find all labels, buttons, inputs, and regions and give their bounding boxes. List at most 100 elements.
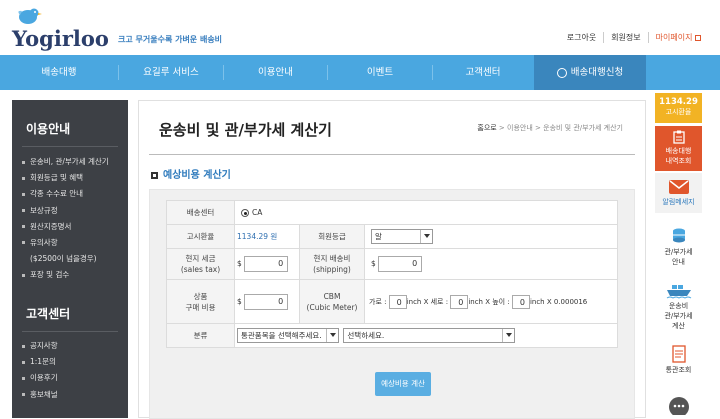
product-cost-input[interactable]: 0 — [244, 293, 289, 310]
exchange-rate-label: 고시환율 — [665, 108, 692, 116]
nav-services[interactable]: 요길루 서비스 — [119, 55, 223, 90]
exchange-rate-badge[interactable]: 1134.29 고시환율 — [655, 93, 702, 123]
sidebar-item-promo[interactable]: 홍보채널 — [22, 387, 58, 403]
bullet — [22, 241, 25, 245]
sidebar-item-label: 회원등급 및 혜택 — [30, 173, 84, 183]
cbm-label-2: (Cubic Meter) — [306, 302, 358, 312]
nav-event[interactable]: 이벤트 — [328, 55, 432, 90]
bullet — [22, 160, 25, 164]
nav-guide[interactable]: 이용안내 — [224, 55, 327, 90]
breadcrumb-guide[interactable]: 이용안내 — [507, 124, 533, 132]
grade-label: 회원등급 — [299, 224, 365, 249]
customs-category-select[interactable]: 통관품목을 선택해주세요. — [237, 328, 339, 343]
nav-shipping-agent[interactable]: 배송대행 — [0, 55, 118, 90]
bullet — [22, 273, 25, 277]
sidebar-item-reviews[interactable]: 이용후기 — [22, 370, 58, 386]
quick-chat[interactable] — [655, 395, 702, 418]
chevron-down-icon — [326, 329, 338, 342]
sidebar-item-label: ($2500이 넘을경우) — [30, 254, 97, 264]
sidebar-item-packing[interactable]: 포장 및 검수 — [22, 267, 109, 283]
chat-icon — [668, 397, 689, 417]
chevron-down-icon — [420, 230, 432, 243]
product-label-1: 상품 — [193, 291, 208, 301]
main-nav: 배송대행 요길루 서비스 이용안내 이벤트 고객센터 배송대행신청 — [0, 55, 720, 90]
sidebar-item-label: 포장 및 검수 — [30, 270, 70, 280]
width-input[interactable]: 0 — [388, 294, 407, 309]
calculator-table: 배송센터 CA 고시환율 1134.29 원 회원등급 알 현지 세금 (sale… — [166, 200, 618, 348]
sidebar-item-inquiry[interactable]: 1:1문의 — [22, 354, 58, 370]
quick-item-label: 계산 — [672, 322, 685, 330]
center-cell: CA — [234, 200, 618, 225]
sidebar-item-label: 1:1문의 — [30, 357, 56, 367]
product-currency: $ — [237, 296, 242, 306]
breadcrumb-home[interactable]: 홈으로 — [477, 124, 496, 132]
sidebar-item-label: 공지사항 — [30, 341, 58, 350]
quick-shipping-calculator[interactable]: 운송비 관/부가세 계산 — [655, 283, 702, 339]
bullet — [22, 344, 25, 348]
page-title: 운송비 및 관/부가세 계산기 — [159, 121, 332, 139]
logo[interactable]: Yogirloo — [12, 6, 112, 51]
shipping-label: 현지 배송비 (shipping) — [299, 248, 365, 280]
center-radio-ca[interactable] — [241, 209, 249, 217]
bullet — [22, 393, 25, 397]
sidebar-item-calculator[interactable]: 운송비, 관/부가세 계산기 — [22, 154, 109, 170]
sidebar-item-label: 운송비, 관/부가세 계산기 — [30, 157, 109, 166]
length-label: inch X 세로 : — [406, 297, 449, 306]
quick-customs-lookup[interactable]: 통관조회 — [655, 345, 702, 385]
shipping-cell: $ 0 — [364, 248, 618, 280]
calculate-button[interactable]: 예상비용 계산 — [375, 372, 431, 396]
sidebar-item-membership[interactable]: 회원등급 및 혜택 — [22, 170, 109, 186]
quick-shipping-history[interactable]: 배송대행 내역조회 — [655, 126, 702, 171]
category-cell: 통관품목을 선택해주세요. 선택하세요. — [234, 323, 618, 348]
bird-logo-icon — [18, 8, 42, 24]
height-input[interactable]: 0 — [511, 294, 530, 309]
grade-select[interactable]: 알 — [371, 229, 433, 244]
square-bullet-icon — [151, 171, 158, 179]
sales-tax-label: 현지 세금 (sales tax) — [166, 248, 235, 280]
sidebar-section-guide-title: 이용안내 — [26, 122, 71, 136]
rate-number: 1134.29 원 — [237, 232, 278, 241]
sidebar-item-notes[interactable]: 유의사항 — [22, 235, 109, 251]
quick-item-label: 관/부가세 — [664, 312, 693, 320]
product-cell: $ 0 — [234, 279, 300, 324]
sidebar-item-origin-cert[interactable]: 원산지증명서 — [22, 219, 109, 235]
globe-icon — [556, 67, 567, 78]
bullet — [22, 360, 25, 364]
length-input[interactable]: 0 — [450, 294, 469, 309]
sales-tax-currency: $ — [237, 259, 242, 268]
sidebar-item-fees[interactable]: 각종 수수료 안내 — [22, 186, 109, 202]
nav-customer-center[interactable]: 고객센터 — [433, 55, 533, 90]
sidebar-item-label: 유의사항 — [30, 237, 58, 247]
main-content: 운송비 및 관/부가세 계산기 홈으로 > 이용안내 > 운송비 및 관/부가세… — [138, 100, 646, 419]
quick-item-label: 내역조회 — [665, 157, 692, 165]
sidebar-item-label: 각종 수수료 안내 — [30, 189, 84, 199]
quick-alert-messages[interactable]: 알림메세지 — [655, 173, 702, 213]
quick-item-label: 통관조회 — [665, 366, 692, 374]
quick-customs-guide[interactable]: 관/부가세 안내 — [655, 227, 702, 275]
product-label: 상품 구매 비용 — [166, 279, 235, 324]
sidebar-divider — [22, 331, 118, 332]
sidebar-item-label: 이용후기 — [30, 373, 58, 383]
sidebar-item-label: 홍보채널 — [30, 389, 58, 399]
quick-item-label: 운송비 — [668, 302, 689, 310]
bullet — [22, 176, 25, 180]
mail-icon — [668, 180, 689, 194]
shipping-currency: $ — [371, 259, 376, 268]
logout-link[interactable]: 로그아웃 — [560, 32, 603, 43]
mypage-link[interactable]: 마이페이지 — [647, 32, 708, 43]
sales-tax-label-1: 현지 세금 — [185, 254, 216, 263]
grade-select-value: 알 — [375, 232, 382, 241]
sidebar-item-label: 원산지증명서 — [30, 221, 72, 231]
sub-category-select[interactable]: 선택하세요. — [343, 328, 516, 343]
sidebar-item-compensation[interactable]: 보상규정 — [22, 203, 109, 219]
sales-tax-input[interactable]: 0 — [244, 256, 289, 272]
center-value: CA — [252, 208, 263, 217]
sidebar-item-notes-sub[interactable]: ($2500이 넘을경우) — [22, 251, 109, 267]
nav-apply-button[interactable]: 배송대행신청 — [534, 55, 646, 90]
shipping-input[interactable]: 0 — [378, 256, 423, 272]
member-info-link[interactable]: 회원정보 — [603, 32, 647, 43]
clipboard-icon — [672, 130, 685, 144]
sidebar-item-notice[interactable]: 공지사항 — [22, 338, 58, 354]
shipping-label-2: (shipping) — [313, 265, 351, 274]
title-divider — [149, 154, 635, 155]
